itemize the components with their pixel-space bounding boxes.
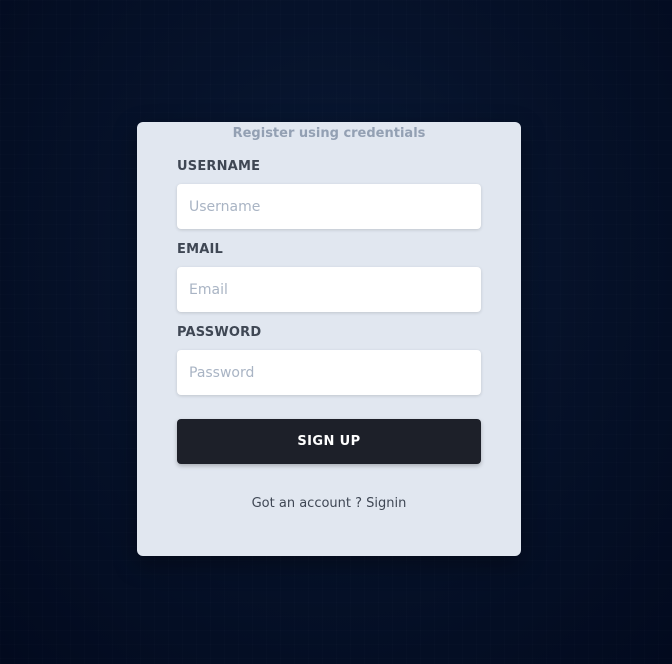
password-label: PASSWORD (177, 325, 262, 340)
username-input[interactable] (177, 184, 481, 229)
register-card: Register using credentials USERNAME EMAI… (137, 122, 521, 556)
signup-button[interactable]: SIGN UP (177, 419, 481, 464)
signin-prompt: Got an account ? Signin (137, 496, 521, 511)
email-input[interactable] (177, 267, 481, 312)
password-input[interactable] (177, 350, 481, 395)
email-label: EMAIL (177, 242, 223, 257)
signin-prompt-text: Got an account ? (251, 496, 367, 511)
signin-link[interactable]: Signin (366, 496, 406, 511)
card-heading: Register using credentials (232, 126, 426, 141)
username-label: USERNAME (177, 159, 261, 174)
